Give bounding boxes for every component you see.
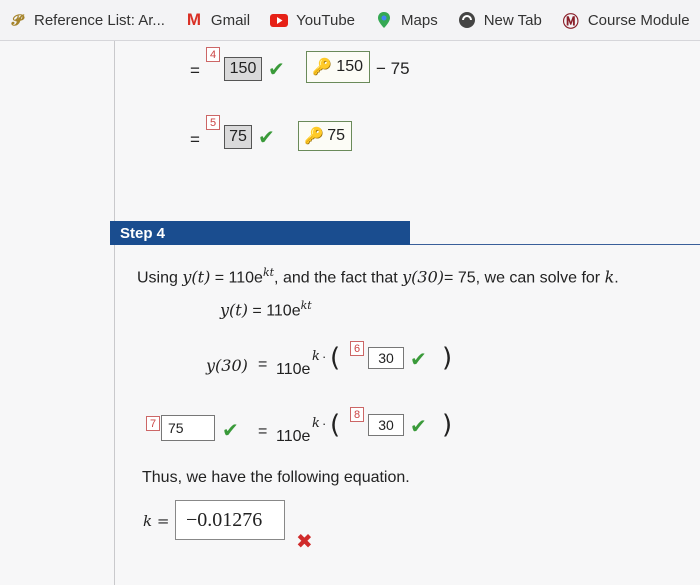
eq2-dot: ·: [322, 349, 327, 364]
intro-exponent: kt: [262, 266, 275, 279]
eq3-equals: =: [258, 423, 268, 440]
bookmark-label: Reference List: Ar...: [34, 11, 165, 29]
answer-tile[interactable]: 75: [224, 125, 252, 149]
open-paren: (: [330, 343, 341, 373]
eq2-exponent: k: [312, 349, 320, 364]
eq-lhs: y(t): [220, 300, 248, 320]
key-icon: 🔑: [304, 128, 324, 145]
minus-term: − 75: [376, 59, 410, 78]
problem-page: = 4 150 ✔ 150 🔑 − 75 = 5 75 ✔ 75 🔑 Step …: [0, 41, 700, 585]
intro-text: .: [614, 269, 619, 287]
close-paren: ): [442, 410, 453, 440]
hint-badge[interactable]: 7: [146, 416, 160, 431]
intro-math: y(30): [402, 267, 445, 287]
intro-text: , and the fact that: [274, 269, 403, 287]
bookmark-label: Gmail: [210, 11, 251, 29]
course-icon: Ⓜ: [562, 14, 579, 31]
answer-tile[interactable]: 30: [368, 414, 404, 436]
correct-check-icon: ✔: [258, 127, 275, 149]
intro-math: y(t): [182, 267, 211, 287]
youtube-icon: [270, 11, 289, 29]
reference-icon: 𝓟: [11, 11, 23, 29]
bookmark-gmail[interactable]: M Gmail: [185, 10, 251, 29]
newtab-icon: [458, 11, 476, 29]
eq3-dot: ·: [322, 416, 327, 431]
bookmark-maps[interactable]: Maps: [375, 11, 438, 29]
conclusion-text: Thus, we have the following equation.: [142, 469, 410, 486]
step-header: Step 4: [110, 221, 410, 245]
correct-check-icon: ✔: [410, 349, 427, 371]
hint-badge[interactable]: 5: [206, 115, 220, 130]
open-paren: (: [330, 410, 341, 440]
intro-text: = 110e: [210, 269, 263, 287]
bookmark-label: Maps: [401, 11, 438, 29]
hint-badge[interactable]: 8: [350, 407, 364, 422]
intro-math: k: [604, 267, 615, 287]
equation-1: y(t) = 110ekt: [220, 299, 312, 320]
equals-sign: =: [190, 130, 200, 149]
bookmark-label: YouTube: [296, 11, 356, 29]
eq3-exponent: k: [312, 416, 320, 431]
eq2-equals: =: [258, 356, 268, 373]
hint-badge[interactable]: 4: [206, 47, 220, 62]
eq3-base: 110e: [276, 428, 311, 445]
bookmark-label: Course Module: [587, 11, 690, 29]
incorrect-x-icon: ✖: [296, 531, 313, 553]
answer-tile[interactable]: 150: [224, 57, 262, 81]
step-title: Step 4: [120, 224, 166, 242]
answer-tile[interactable]: 30: [368, 347, 404, 369]
step-intro: Using y(t) = 110ekt, and the fact that y…: [137, 266, 619, 287]
key-icon: 🔑: [312, 59, 332, 76]
correct-check-icon: ✔: [410, 416, 427, 438]
intro-text: = 75, we can solve for: [444, 269, 605, 287]
k-label: k =: [143, 512, 170, 530]
eq2-base: 110e: [276, 361, 311, 378]
correct-check-icon: ✔: [268, 59, 285, 81]
k-answer-value: −0.01276: [186, 508, 263, 531]
bookmark-label: New Tab: [483, 11, 542, 29]
gmail-icon: M: [186, 10, 201, 29]
eq-exponent: kt: [300, 299, 312, 312]
intro-text: Using: [137, 269, 183, 287]
answer-tile[interactable]: 75: [161, 415, 215, 441]
step-rule: [410, 244, 700, 245]
correct-check-icon: ✔: [222, 420, 239, 442]
bookmark-youtube[interactable]: YouTube: [270, 11, 355, 29]
hint-badge[interactable]: 6: [350, 341, 364, 356]
bookmark-new-tab[interactable]: New Tab: [458, 11, 542, 29]
key-answer-value: 75: [327, 127, 345, 144]
eq-rhs: = 110e: [252, 302, 301, 320]
bookmarks-bar: 𝓟 Reference List: Ar... M Gmail YouTube …: [0, 0, 700, 41]
k-answer-input[interactable]: −0.01276: [175, 500, 285, 540]
margin-line: [114, 41, 115, 585]
close-paren: ): [442, 343, 453, 373]
bookmark-course-module[interactable]: Ⓜ Course Module: [562, 11, 690, 32]
key-answer-value: 150: [336, 58, 363, 75]
eq2-lhs: y(30): [206, 356, 248, 375]
bookmark-reference-list[interactable]: 𝓟 Reference List: Ar...: [8, 11, 165, 29]
maps-icon: [375, 11, 393, 29]
equals-sign: =: [190, 61, 200, 80]
